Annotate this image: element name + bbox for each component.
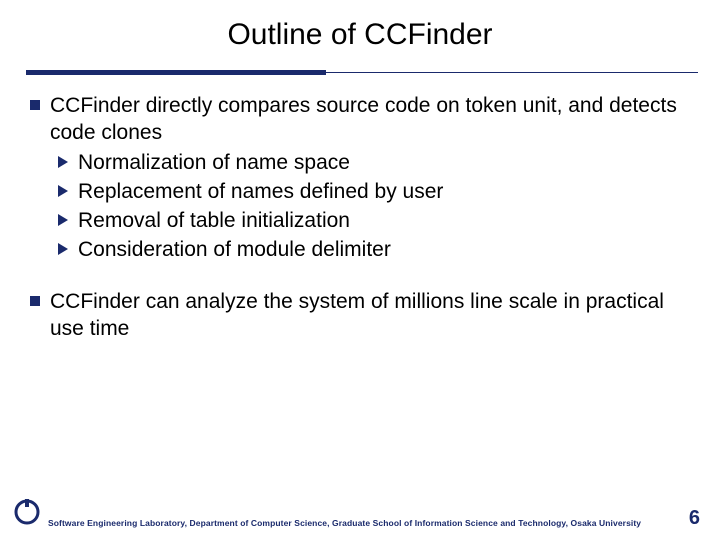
page-number: 6 [689, 507, 700, 530]
sub-bullet-text: Replacement of names defined by user [78, 178, 443, 205]
triangle-bullet-icon [58, 185, 68, 197]
triangle-bullet-icon [58, 243, 68, 255]
square-bullet-icon [30, 100, 40, 110]
sub-bullet-item: Removal of table initialization [58, 207, 690, 234]
footer-affiliation: Software Engineering Laboratory, Departm… [48, 518, 689, 530]
sub-bullet-item: Normalization of name space [58, 149, 690, 176]
sub-bullet-item: Replacement of names defined by user [58, 178, 690, 205]
sub-bullet-text: Normalization of name space [78, 149, 350, 176]
university-logo-icon [14, 499, 40, 530]
title-divider [0, 70, 720, 76]
slide-body: CCFinder directly compares source code o… [0, 76, 720, 342]
triangle-bullet-icon [58, 214, 68, 226]
sub-bullet-text: Consideration of module delimiter [78, 236, 391, 263]
bullet-item: CCFinder directly compares source code o… [30, 92, 690, 147]
bullet-item: CCFinder can analyze the system of milli… [30, 288, 690, 343]
bullet-text: CCFinder can analyze the system of milli… [50, 288, 690, 343]
square-bullet-icon [30, 296, 40, 306]
slide-title: Outline of CCFinder [0, 0, 720, 62]
bullet-text: CCFinder directly compares source code o… [50, 92, 690, 147]
triangle-bullet-icon [58, 156, 68, 168]
sub-bullet-text: Removal of table initialization [78, 207, 350, 234]
sub-bullet-item: Consideration of module delimiter [58, 236, 690, 263]
slide-footer: Software Engineering Laboratory, Departm… [0, 499, 720, 530]
